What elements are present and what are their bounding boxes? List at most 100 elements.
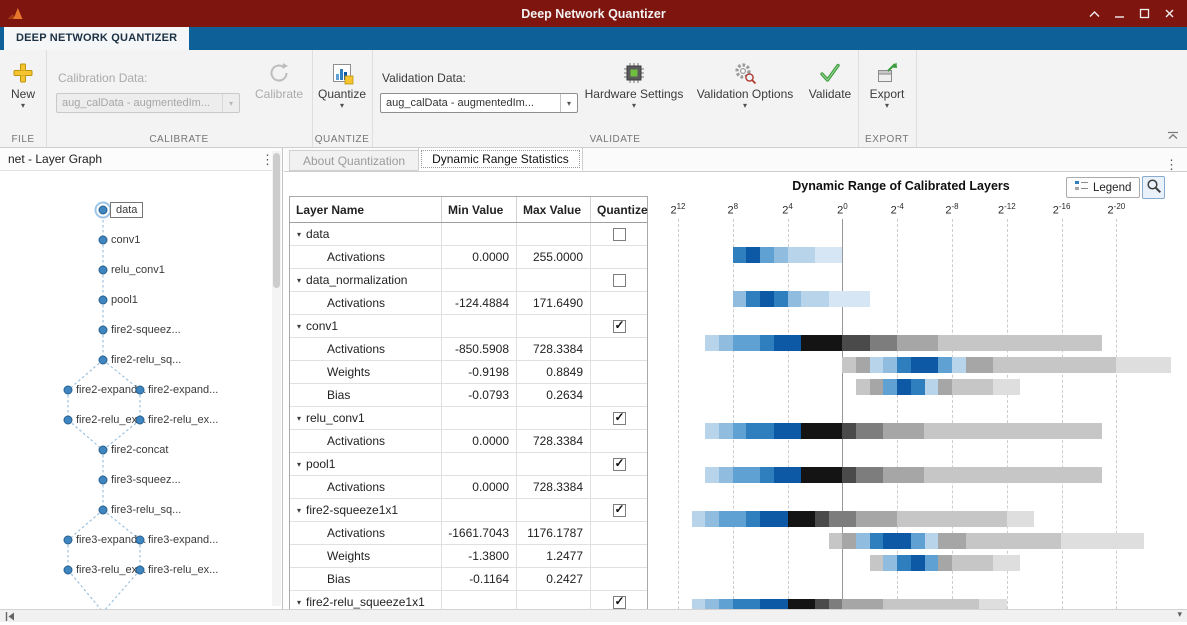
range-bin: [1020, 357, 1035, 373]
table-row-layer[interactable]: ▾ pool1: [290, 453, 647, 476]
validation-data-combo[interactable]: aug_calData - augmentedIm... ▾: [380, 93, 578, 113]
validate-button[interactable]: Validate: [804, 59, 856, 101]
table-row-layer[interactable]: ▾ data_normalization: [290, 269, 647, 292]
table-row-stat[interactable]: Bias -0.1164 0.2427: [290, 568, 647, 591]
graph-node-fire3-relu_sq[interactable]: [98, 505, 108, 515]
range-bin: [1074, 467, 1089, 483]
table-row-stat[interactable]: Activations -124.4884 171.6490: [290, 292, 647, 315]
validation-options-button[interactable]: Validation Options ▾: [692, 59, 798, 110]
graph-node-fire3-squeez[interactable]: [98, 475, 108, 485]
table-row-layer[interactable]: ▾ fire2-squeeze1x1: [290, 499, 647, 522]
quantize-cell: [591, 499, 647, 521]
graph-node-fire2-expand[interactable]: [135, 385, 145, 395]
quantize-checkbox[interactable]: [612, 227, 626, 241]
quantize-checkbox[interactable]: [612, 318, 626, 333]
range-bin: [801, 291, 815, 307]
range-bin: [801, 335, 815, 351]
tab-dynamic-range-statistics[interactable]: Dynamic Range Statistics: [418, 147, 583, 171]
range-bin: [1047, 335, 1062, 351]
new-button[interactable]: New ▾: [3, 59, 43, 110]
table-row-stat[interactable]: Activations 0.0000 255.0000: [290, 246, 647, 269]
quantize-checkbox[interactable]: [612, 273, 626, 287]
collapse-left-icon[interactable]: [4, 611, 16, 625]
table-row-stat[interactable]: Weights -1.3800 1.2477: [290, 545, 647, 568]
scroll-down-icon[interactable]: ▾: [1177, 609, 1182, 620]
graph-node-relu_conv1[interactable]: [98, 265, 108, 275]
layer-graph-canvas[interactable]: data conv1 relu_conv1 pool1 fire2-squeez... f…: [0, 171, 282, 609]
range-bin: [842, 291, 856, 307]
column-header-quantize[interactable]: Quantize: [591, 197, 648, 222]
table-row-layer[interactable]: ▾ data: [290, 223, 647, 246]
table-row-stat[interactable]: Activations -1661.7043 1176.1787: [290, 522, 647, 545]
tab-about-quantization[interactable]: About Quantization: [289, 150, 420, 171]
graph-node-fire2-relu_ex[interactable]: [135, 415, 145, 425]
stat-name: Activations: [327, 434, 386, 448]
expand-triangle-icon[interactable]: ▾: [297, 276, 301, 285]
table-row-stat[interactable]: Activations 0.0000 728.3384: [290, 430, 647, 453]
graph-node-fire3-relu_ex[interactable]: [135, 565, 145, 575]
calibration-data-combo[interactable]: aug_calData - augmentedIm... ▾: [56, 93, 240, 113]
minimize-icon[interactable]: [1111, 6, 1127, 22]
graph-node-fire2-relu_ex[interactable]: [63, 415, 73, 425]
quantize-checkbox[interactable]: [612, 594, 626, 609]
rollup-icon[interactable]: [1086, 6, 1102, 22]
expand-triangle-icon[interactable]: ▾: [297, 230, 301, 239]
table-row-stat[interactable]: Activations -850.5908 728.3384: [290, 338, 647, 361]
graph-node-fire2-expand[interactable]: [63, 385, 73, 395]
range-bin: [787, 511, 802, 527]
expand-triangle-icon[interactable]: ▾: [297, 414, 301, 423]
graph-node-conv1[interactable]: [98, 235, 108, 245]
column-header-layer-name[interactable]: Layer Name: [290, 197, 442, 222]
calibrate-button[interactable]: Calibrate: [250, 59, 308, 101]
range-bin: [814, 599, 829, 609]
graph-node-data[interactable]: [98, 205, 108, 215]
graph-node-fire2-concat[interactable]: [98, 445, 108, 455]
quantize-checkbox[interactable]: [612, 502, 626, 517]
min-value-cell: -1661.7043: [442, 522, 517, 544]
graph-scrollbar[interactable]: [272, 151, 281, 606]
quantize-checkbox[interactable]: [612, 410, 626, 425]
range-bin: [897, 423, 911, 439]
table-row-layer[interactable]: ▾ fire2-relu_squeeze1x1: [290, 591, 647, 609]
column-header-min-value[interactable]: Min Value: [442, 197, 517, 222]
range-bin: [992, 423, 1007, 439]
quantize-button[interactable]: Quantize ▾: [316, 59, 368, 110]
legend-label: Legend: [1093, 181, 1132, 194]
expand-triangle-icon[interactable]: ▾: [297, 460, 301, 469]
quantize-checkbox[interactable]: [612, 456, 626, 471]
graph-node-pool1[interactable]: [98, 295, 108, 305]
expand-triangle-icon[interactable]: ▾: [297, 506, 301, 515]
table-row-stat[interactable]: Bias -0.0793 0.2634: [290, 384, 647, 407]
graph-node-label[interactable]: data: [110, 202, 144, 218]
tab-deep-network-quantizer[interactable]: DEEP NETWORK QUANTIZER: [4, 27, 190, 50]
range-bin: [773, 247, 788, 263]
expand-triangle-icon[interactable]: ▾: [297, 598, 301, 607]
maximize-icon[interactable]: [1136, 6, 1152, 22]
chevron-down-icon[interactable]: ▾: [222, 94, 239, 112]
legend-button[interactable]: Legend: [1066, 177, 1141, 198]
range-bin: [924, 533, 939, 549]
graph-node-fire2-squeez[interactable]: [98, 325, 108, 335]
graph-node-fire3-expand[interactable]: [135, 535, 145, 545]
min-value-cell: 0.0000: [442, 246, 517, 268]
column-header-max-value[interactable]: Max Value: [517, 197, 591, 222]
table-row-stat[interactable]: Activations 0.0000 728.3384: [290, 476, 647, 499]
close-icon[interactable]: [1161, 6, 1177, 22]
graph-node-fire3-relu_ex[interactable]: [63, 565, 73, 575]
table-row-layer[interactable]: ▾ conv1: [290, 315, 647, 338]
ribbon-collapse-icon[interactable]: [1167, 129, 1179, 143]
table-row-layer[interactable]: ▾ relu_conv1: [290, 407, 647, 430]
chart-zoom-button[interactable]: [1142, 176, 1165, 199]
table-row-stat[interactable]: Weights -0.9198 0.8849: [290, 361, 647, 384]
graph-node-fire3-expand[interactable]: [63, 535, 73, 545]
kebab-icon[interactable]: ⋮: [1165, 158, 1187, 171]
chevron-down-icon[interactable]: ▾: [560, 94, 577, 112]
export-button[interactable]: Export ▾: [864, 59, 910, 110]
graph-node-fire2-relu_sq[interactable]: [98, 355, 108, 365]
range-bin: [760, 247, 774, 263]
layer-graph-header: net - Layer Graph ⋮: [0, 148, 282, 171]
hardware-settings-button[interactable]: Hardware Settings ▾: [584, 59, 684, 110]
expand-triangle-icon[interactable]: ▾: [297, 322, 301, 331]
range-bin: [746, 599, 761, 609]
graph-scrollbar-thumb[interactable]: [273, 153, 280, 288]
